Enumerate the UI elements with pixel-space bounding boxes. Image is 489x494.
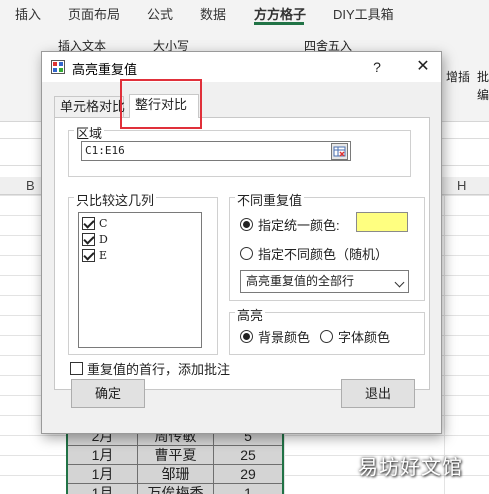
font-color-option[interactable]: 字体颜色 xyxy=(320,327,390,346)
list-item-label: C xyxy=(99,216,108,230)
list-item-label: E xyxy=(99,248,108,262)
dropdown-value: 高亮重复值的全部行 xyxy=(246,274,355,288)
range-group: 区域 C1:E16 xyxy=(68,123,411,177)
tab-data[interactable]: 数据 xyxy=(200,4,226,23)
different-color-option[interactable]: 指定不同颜色（随机） xyxy=(240,244,388,263)
column-header-b[interactable]: B xyxy=(26,178,35,193)
bg-color-radio[interactable] xyxy=(240,330,253,343)
nondup-group-label: 不同重复值 xyxy=(235,190,305,209)
cell[interactable]: 29 xyxy=(214,465,282,483)
color-swatch[interactable] xyxy=(356,212,408,232)
uniform-color-radio[interactable] xyxy=(240,218,253,231)
grid-line xyxy=(444,195,445,494)
insert-ribbon-button[interactable]: 增插 xyxy=(446,68,470,85)
cell[interactable]: 万俟梅香 xyxy=(138,484,214,494)
highlight-duplicates-dialog: 高亮重复值 ? ✕ 单元格对比 整行对比 区域 C1:E16 只比较这几列 C … xyxy=(41,51,442,434)
cell[interactable]: 1 xyxy=(214,484,282,494)
column-c-checkbox[interactable] xyxy=(82,216,95,230)
font-color-radio[interactable] xyxy=(320,330,333,343)
table-row[interactable]: 1月 万俟梅香 1 xyxy=(68,484,282,494)
tab-fangfang[interactable]: 方方格子 xyxy=(254,4,306,23)
nondup-group: 不同重复值 指定统一颜色: 指定不同颜色（随机） 高亮重复值的全部行 xyxy=(229,190,425,301)
app-icon xyxy=(51,60,65,74)
active-tab-indicator xyxy=(254,22,304,25)
worksheet-data-range[interactable]: 2月 周传敏 5 1月 曹平夏 25 1月 邹珊 29 1月 万俟梅香 1 xyxy=(66,427,284,494)
ok-button[interactable]: 确定 xyxy=(71,379,145,408)
cell[interactable]: 曹平夏 xyxy=(138,446,214,464)
list-item-label: D xyxy=(99,232,108,246)
dialog-title: 高亮重复值 xyxy=(72,62,138,77)
tab-highlight-annotation xyxy=(120,79,202,129)
ribbon-tab-row: 插入 页面布局 公式 数据 方方格子 DIY工具箱 xyxy=(0,0,489,26)
cell[interactable]: 1月 xyxy=(68,465,138,483)
range-input[interactable]: C1:E16 xyxy=(81,141,351,161)
watermark: 易坊好文馆 xyxy=(358,457,463,479)
column-e-checkbox[interactable] xyxy=(82,248,95,262)
cell[interactable]: 邹珊 xyxy=(138,465,214,483)
list-item[interactable]: C xyxy=(82,215,201,231)
list-item[interactable]: E xyxy=(82,247,201,263)
tab-panel: 区域 C1:E16 只比较这几列 C D E 不同重复值 指定统一颜色: 指定不… xyxy=(54,117,430,390)
column-listbox[interactable]: C D E xyxy=(78,212,202,348)
highlight-group: 高亮 背景颜色 字体颜色 xyxy=(229,305,425,355)
chevron-down-icon xyxy=(394,277,405,288)
range-group-label: 区域 xyxy=(74,123,105,142)
table-row[interactable]: 1月 曹平夏 25 xyxy=(68,446,282,465)
different-color-radio[interactable] xyxy=(240,247,253,260)
bg-color-label: 背景颜色 xyxy=(258,330,311,345)
uniform-color-option[interactable]: 指定统一颜色: xyxy=(240,215,340,234)
first-row-comment-label: 重复值的首行，添加批注 xyxy=(87,362,231,377)
dialog-titlebar[interactable]: 高亮重复值 ? ✕ xyxy=(42,52,441,82)
tab-formulas[interactable]: 公式 xyxy=(147,4,173,23)
close-button[interactable]: ✕ xyxy=(412,56,434,78)
column-header-h[interactable]: H xyxy=(457,178,466,193)
exit-button[interactable]: 退出 xyxy=(341,379,415,408)
tab-insert[interactable]: 插入 xyxy=(15,4,41,23)
columns-group-label: 只比较这几列 xyxy=(74,190,157,209)
columns-group: 只比较这几列 C D E xyxy=(68,190,218,355)
highlight-group-label: 高亮 xyxy=(235,305,266,324)
help-button[interactable]: ? xyxy=(367,57,387,77)
cell[interactable]: 1月 xyxy=(68,484,138,494)
highlight-scope-dropdown[interactable]: 高亮重复值的全部行 xyxy=(240,270,409,293)
cell[interactable]: 25 xyxy=(214,446,282,464)
cell[interactable]: 1月 xyxy=(68,446,138,464)
table-row[interactable]: 1月 邹珊 29 xyxy=(68,465,282,484)
font-color-label: 字体颜色 xyxy=(338,330,391,345)
column-d-checkbox[interactable] xyxy=(82,232,95,246)
bg-color-option[interactable]: 背景颜色 xyxy=(240,327,310,346)
first-row-comment-checkbox[interactable] xyxy=(70,362,83,375)
tab-page-layout[interactable]: 页面布局 xyxy=(68,4,120,23)
edit-ribbon-label: 编 xyxy=(477,88,489,102)
batch-ribbon-button[interactable]: 批 xyxy=(477,68,489,85)
uniform-color-label: 指定统一颜色: xyxy=(258,218,340,233)
tab-cell-compare[interactable]: 单元格对比 xyxy=(54,96,125,117)
tab-diy-toolbox[interactable]: DIY工具箱 xyxy=(333,4,394,23)
range-select-icon[interactable] xyxy=(331,143,348,160)
different-color-label: 指定不同颜色（随机） xyxy=(258,247,389,262)
list-item[interactable]: D xyxy=(82,231,201,247)
first-row-comment-option[interactable]: 重复值的首行，添加批注 xyxy=(70,359,230,378)
